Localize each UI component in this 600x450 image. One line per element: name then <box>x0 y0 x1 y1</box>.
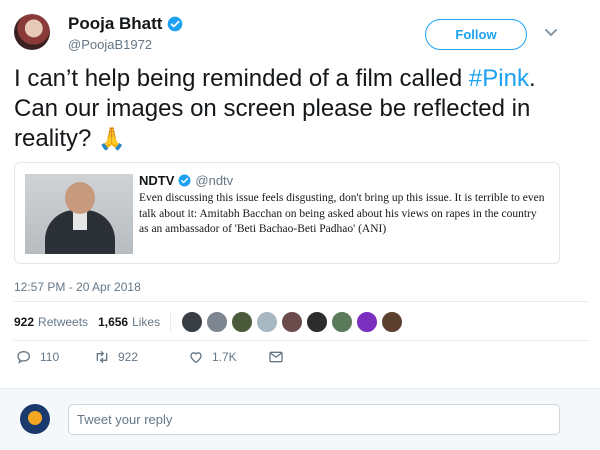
tweet-header: Pooja Bhatt @PoojaB1972 Follow <box>0 0 600 62</box>
tweet-actions: 110 922 1.7K <box>16 349 292 365</box>
follow-button[interactable]: Follow <box>425 19 527 50</box>
direct-message-button[interactable] <box>268 349 292 365</box>
liker-avatar[interactable] <box>206 311 229 333</box>
quoted-author-name: NDTV <box>139 173 175 188</box>
folded-hands-emoji-icon: 🙏 <box>98 126 126 151</box>
author-name-row: Pooja Bhatt <box>68 14 183 34</box>
likes-label[interactable]: Likes <box>132 315 160 329</box>
quoted-tweet-image[interactable] <box>25 174 133 254</box>
retweets-label[interactable]: Retweets <box>38 315 88 329</box>
retweet-icon <box>96 351 108 363</box>
liker-avatar[interactable] <box>281 311 304 333</box>
liker-avatar[interactable] <box>231 311 254 333</box>
verified-badge-icon <box>178 174 191 187</box>
like-button[interactable]: 1.7K <box>188 349 268 365</box>
avatar-logo-icon <box>28 411 42 425</box>
retweet-button[interactable]: 922 <box>94 349 188 365</box>
author-handle[interactable]: @PoojaB1972 <box>68 37 152 52</box>
liker-avatar[interactable] <box>356 311 379 333</box>
chevron-down-icon[interactable] <box>544 28 558 38</box>
retweet-count: 922 <box>118 350 139 364</box>
divider <box>14 301 588 302</box>
tweet-text: I can’t help being reminded of a film ca… <box>14 64 584 154</box>
stats-divider <box>170 312 172 332</box>
reply-count: 110 <box>40 350 60 364</box>
liker-avatar[interactable] <box>381 311 404 333</box>
tweet-text-part: I can’t help being reminded of a film ca… <box>14 65 469 92</box>
liker-avatars <box>181 311 404 333</box>
tweet-stats: 922 Retweets 1,656 Likes <box>14 310 404 334</box>
author-avatar[interactable] <box>14 14 50 50</box>
image-person-collar <box>73 212 87 230</box>
liker-avatar[interactable] <box>331 311 354 333</box>
tweet-timestamp[interactable]: 12:57 PM - 20 Apr 2018 <box>14 280 141 294</box>
author-display-name[interactable]: Pooja Bhatt <box>68 14 162 34</box>
divider <box>14 340 588 341</box>
quoted-tweet-card[interactable]: NDTV @ndtv Even discussing this issue fe… <box>14 162 560 264</box>
current-user-avatar[interactable] <box>20 404 50 434</box>
reply-button[interactable]: 110 <box>16 349 94 365</box>
retweets-count[interactable]: 922 <box>14 315 34 329</box>
hashtag-link[interactable]: #Pink <box>469 65 529 92</box>
reply-composer <box>0 388 600 450</box>
quoted-author-handle: @ndtv <box>195 173 234 188</box>
liker-avatar[interactable] <box>256 311 279 333</box>
heart-icon <box>190 352 202 363</box>
image-person-head <box>65 182 95 214</box>
envelope-icon <box>269 351 283 363</box>
verified-badge-icon <box>168 16 183 32</box>
quoted-tweet-header: NDTV @ndtv <box>139 173 233 188</box>
liker-avatar[interactable] <box>181 311 204 333</box>
likes-count[interactable]: 1,656 <box>98 315 128 329</box>
liker-avatar[interactable] <box>306 311 329 333</box>
reply-icon <box>17 350 31 364</box>
reply-input[interactable] <box>68 404 560 435</box>
like-count: 1.7K <box>212 350 237 364</box>
quoted-tweet-text: Even discussing this issue feels disgust… <box>139 192 545 235</box>
